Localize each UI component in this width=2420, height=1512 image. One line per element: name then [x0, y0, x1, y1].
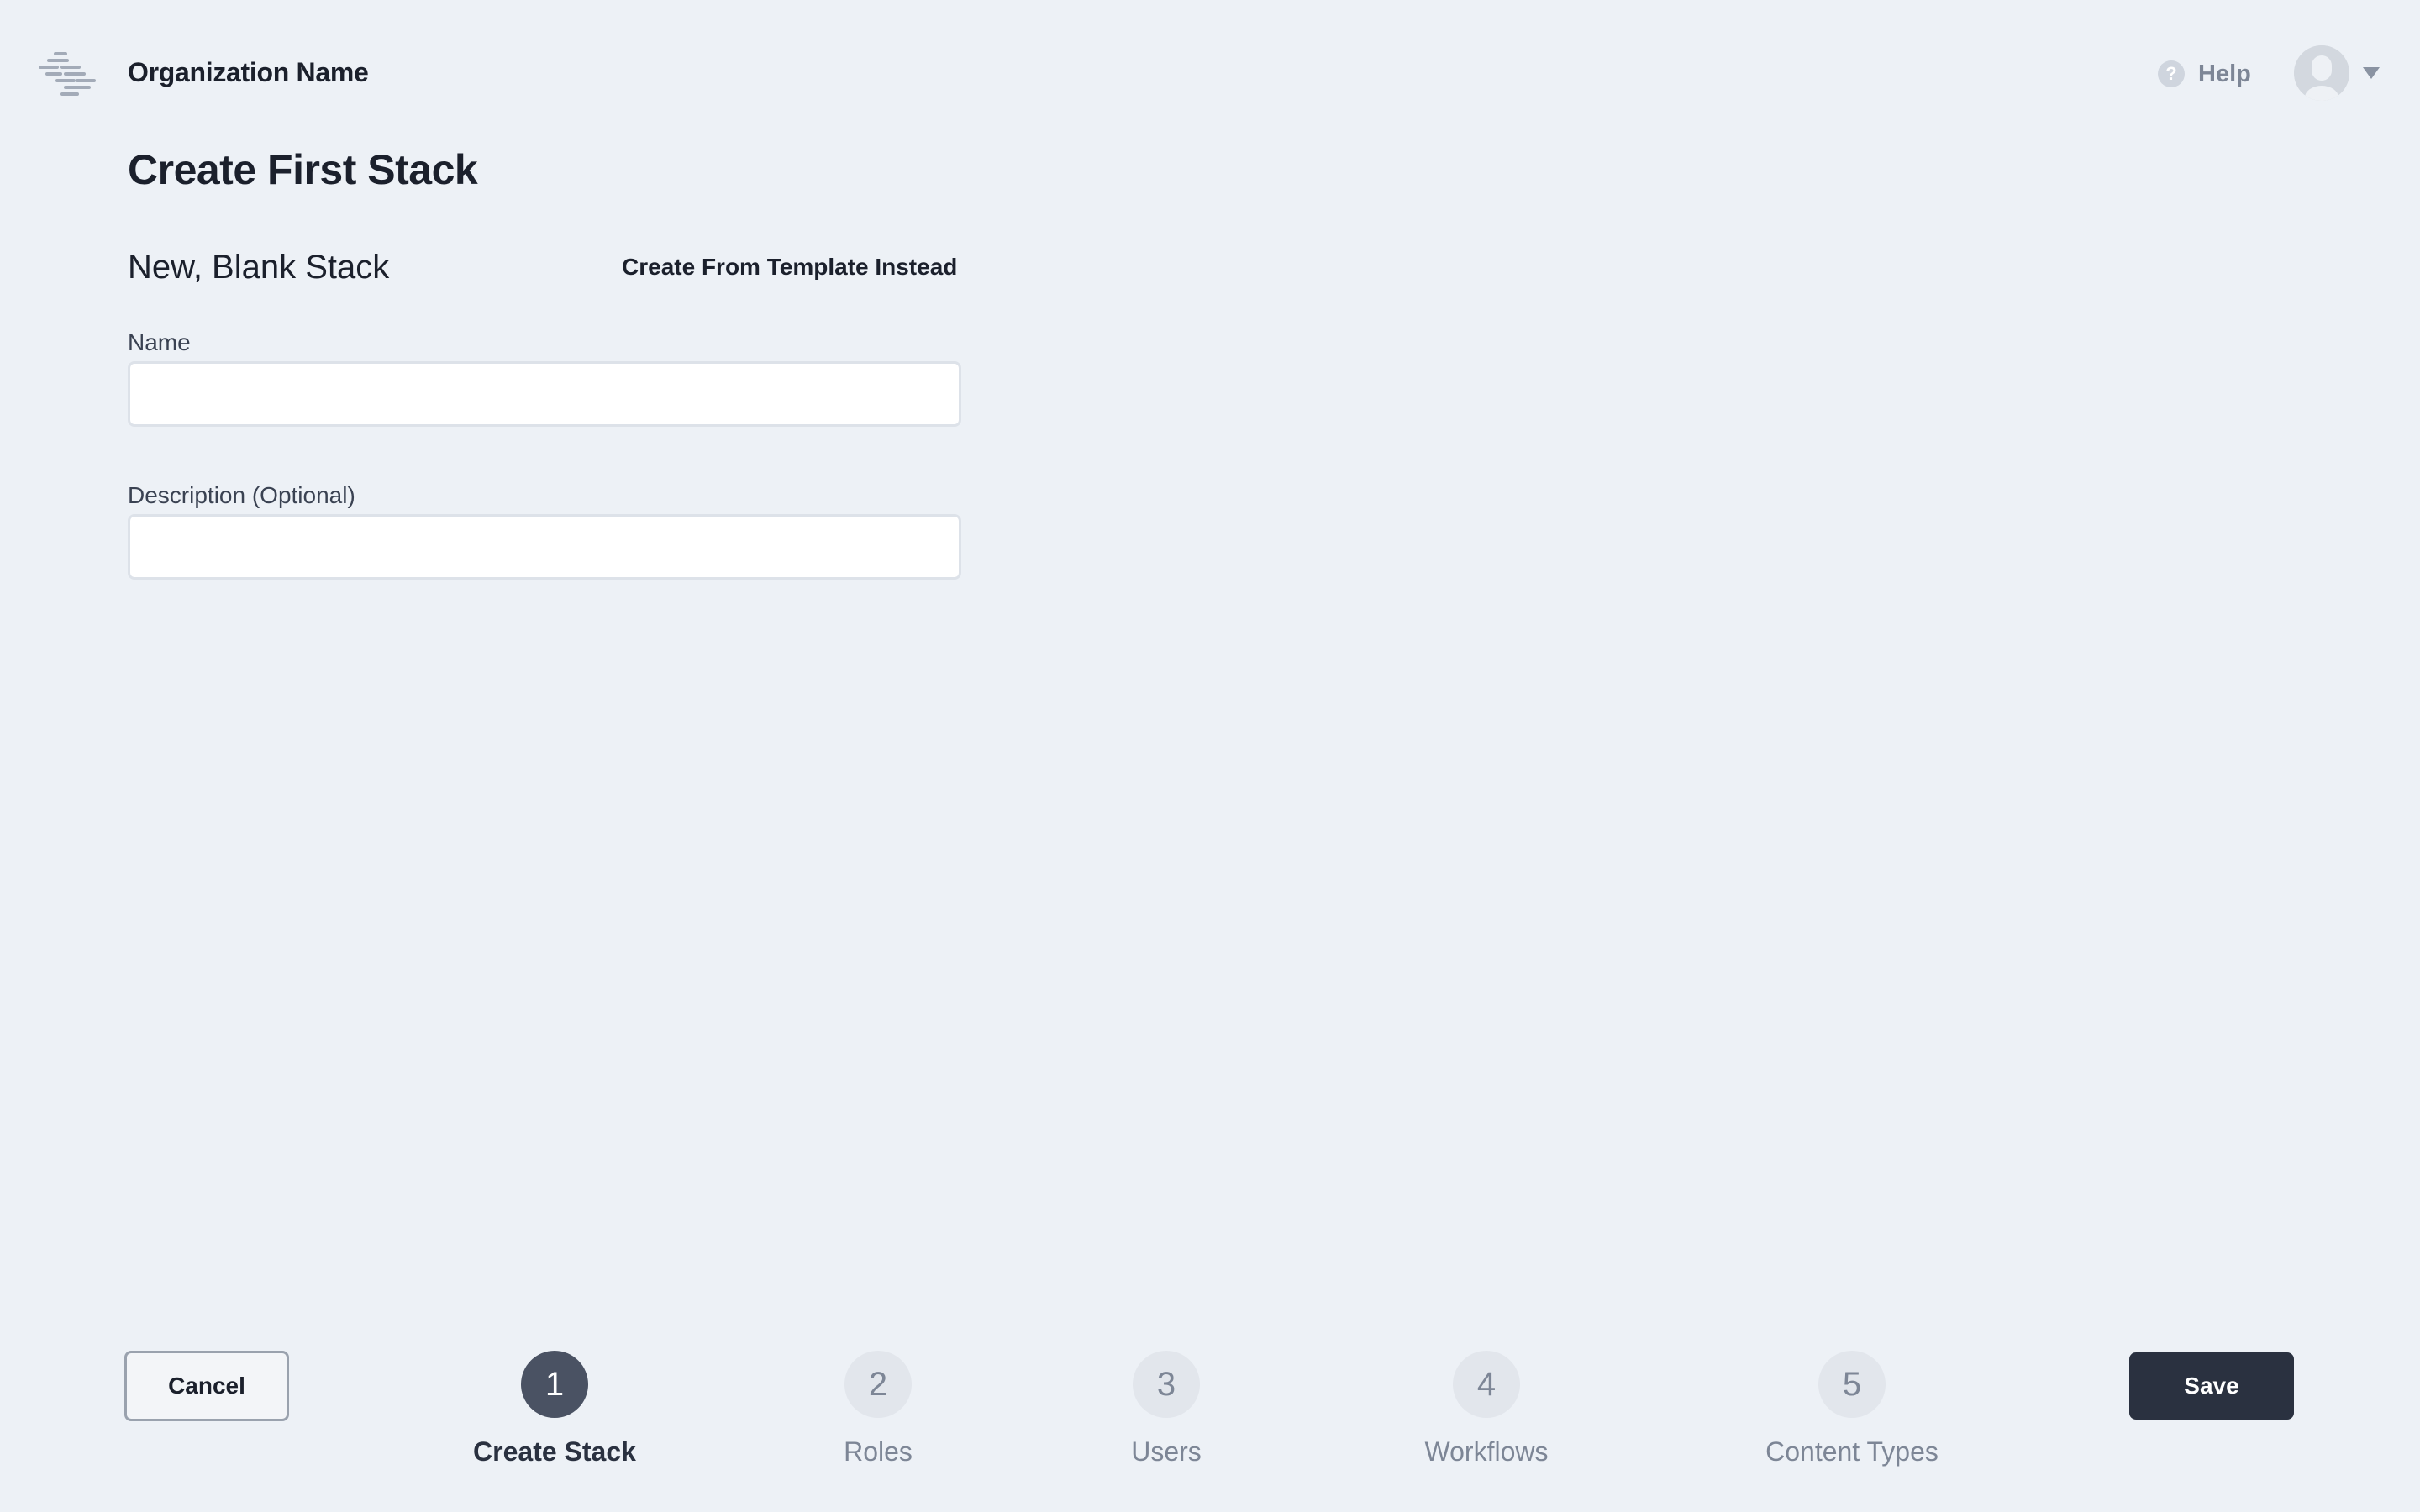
logo-icon: [39, 52, 96, 96]
step-label: Roles: [844, 1436, 913, 1467]
name-input[interactable]: [128, 361, 961, 427]
step-number: 1: [521, 1351, 588, 1418]
chevron-down-icon: [2363, 67, 2380, 79]
name-field-label: Name: [128, 329, 191, 355]
step-workflows[interactable]: 4 Workflows: [1360, 1351, 1612, 1468]
save-button[interactable]: Save: [2129, 1352, 2294, 1420]
step-label: Users: [1131, 1436, 1202, 1467]
help-label: Help: [2198, 60, 2251, 87]
step-create-stack[interactable]: 1 Create Stack: [429, 1351, 681, 1468]
step-number: 4: [1453, 1351, 1520, 1418]
step-content-types[interactable]: 5 Content Types: [1726, 1351, 1978, 1468]
avatar-icon: [2294, 45, 2349, 101]
cancel-button[interactable]: Cancel: [124, 1351, 289, 1421]
step-number: 2: [844, 1351, 912, 1418]
step-roles[interactable]: 2 Roles: [752, 1351, 1004, 1468]
description-field-label: Description (Optional): [128, 482, 355, 508]
step-users[interactable]: 3 Users: [1040, 1351, 1292, 1468]
description-input[interactable]: [128, 514, 961, 580]
section-title: New, Blank Stack: [128, 249, 390, 286]
step-label: Workflows: [1424, 1436, 1549, 1467]
help-button[interactable]: ? Help: [2158, 59, 2251, 89]
user-menu[interactable]: [2294, 45, 2380, 101]
step-label: Content Types: [1765, 1436, 1939, 1467]
step-number: 5: [1818, 1351, 1886, 1418]
help-icon: ?: [2158, 60, 2185, 87]
step-label: Create Stack: [473, 1436, 636, 1467]
page-title: Create First Stack: [128, 146, 478, 193]
step-number: 3: [1133, 1351, 1200, 1418]
organization-name: Organization Name: [128, 57, 369, 87]
create-from-template-link[interactable]: Create From Template Instead: [622, 252, 957, 282]
